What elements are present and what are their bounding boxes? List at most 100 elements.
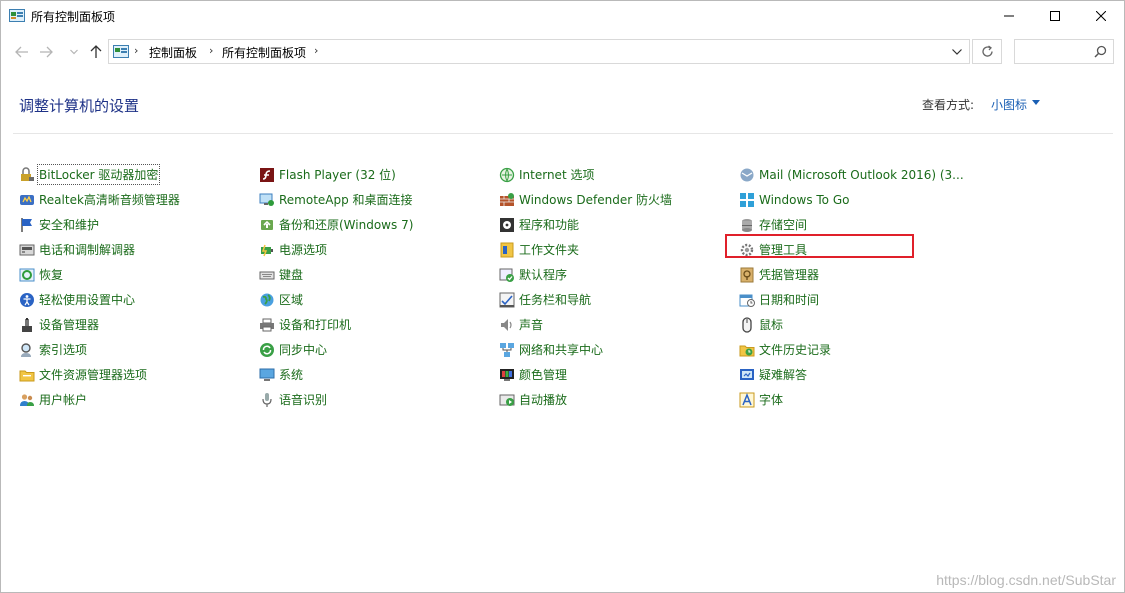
arrow-left-icon: [15, 46, 28, 58]
sync-icon: [259, 342, 275, 358]
chevron-right-icon[interactable]: ›: [314, 44, 318, 57]
cp-item[interactable]: 键盘: [259, 262, 413, 287]
firewall-icon: [499, 192, 515, 208]
cp-item[interactable]: 用户帐户: [19, 387, 180, 412]
cp-item[interactable]: Mail (Microsoft Outlook 2016) (3...: [739, 162, 964, 187]
back-button[interactable]: [11, 41, 33, 63]
cp-item[interactable]: Flash Player (32 位): [259, 162, 413, 187]
cp-item-label: 工作文件夹: [519, 243, 580, 257]
cp-item-label: 同步中心: [279, 343, 328, 357]
cp-item[interactable]: 声音: [499, 312, 672, 337]
cp-item[interactable]: 字体: [739, 387, 964, 412]
cp-item[interactable]: 凭据管理器: [739, 262, 964, 287]
cp-item[interactable]: 电话和调制解调器: [19, 237, 180, 262]
chevron-right-icon[interactable]: ›: [209, 44, 213, 57]
arrow-up-icon: [90, 45, 102, 58]
windows-to-go-icon: [739, 192, 755, 208]
cp-item[interactable]: 索引选项: [19, 337, 180, 362]
address-dropdown-button[interactable]: [946, 41, 968, 62]
cp-item[interactable]: 轻松使用设置中心: [19, 287, 180, 312]
breadcrumb-all-items[interactable]: 所有控制面板项: [222, 44, 306, 61]
items-column-4: Mail (Microsoft Outlook 2016) (3... Wind…: [739, 162, 964, 412]
chevron-down-icon[interactable]: [1032, 100, 1040, 105]
cp-item[interactable]: 颜色管理: [499, 362, 672, 387]
cp-item[interactable]: 任务栏和导航: [499, 287, 672, 312]
cp-item-label: 文件历史记录: [759, 343, 832, 357]
cp-item[interactable]: 电源选项: [259, 237, 413, 262]
items-column-2: Flash Player (32 位) RemoteApp 和桌面连接 备份和还…: [259, 162, 413, 412]
cp-item[interactable]: 自动播放: [499, 387, 672, 412]
keyboard-icon: [259, 267, 275, 283]
cp-item-label: Realtek高清晰音频管理器: [39, 193, 180, 207]
cp-item[interactable]: 文件资源管理器选项: [19, 362, 180, 387]
cp-item-label: 字体: [759, 393, 784, 407]
chevron-down-icon: [952, 48, 962, 55]
control-panel-icon: [113, 45, 129, 58]
search-input[interactable]: [1014, 39, 1114, 64]
cp-item-label: 鼠标: [759, 318, 784, 332]
chevron-down-icon: [70, 49, 78, 55]
cp-item[interactable]: 区域: [259, 287, 413, 312]
refresh-button[interactable]: [972, 39, 1002, 64]
minimize-button[interactable]: [986, 1, 1032, 31]
cp-item[interactable]: BitLocker 驱动器加密: [19, 162, 180, 187]
cp-item[interactable]: 程序和功能: [499, 212, 672, 237]
cp-item[interactable]: 工作文件夹: [499, 237, 672, 262]
cp-item[interactable]: RemoteApp 和桌面连接: [259, 187, 413, 212]
user-accounts-icon: [19, 392, 35, 408]
close-button[interactable]: [1078, 1, 1124, 31]
cp-item-label: Internet 选项: [519, 168, 595, 182]
arrow-right-icon: [40, 46, 53, 58]
cp-item[interactable]: 语音识别: [259, 387, 413, 412]
maximize-button[interactable]: [1032, 1, 1078, 31]
cp-item-label: 设备管理器: [39, 318, 100, 332]
forward-button[interactable]: [35, 41, 57, 63]
cp-item[interactable]: 鼠标: [739, 312, 964, 337]
cp-item[interactable]: 同步中心: [259, 337, 413, 362]
color-management-icon: [499, 367, 515, 383]
phone-modem-icon: [19, 242, 35, 258]
cp-item-label: 网络和共享中心: [519, 343, 604, 357]
divider: [13, 133, 1113, 134]
cp-item[interactable]: 备份和还原(Windows 7): [259, 212, 413, 237]
system-icon: [259, 367, 275, 383]
default-programs-icon: [499, 267, 515, 283]
view-by-dropdown[interactable]: 小图标: [991, 96, 1027, 113]
cp-item[interactable]: 安全和维护: [19, 212, 180, 237]
cp-item-label: 文件资源管理器选项: [39, 368, 148, 382]
cp-item[interactable]: 疑难解答: [739, 362, 964, 387]
cp-item[interactable]: 默认程序: [499, 262, 672, 287]
work-folders-icon: [499, 242, 515, 258]
recent-locations-button[interactable]: [63, 41, 85, 63]
cp-item[interactable]: Realtek高清晰音频管理器: [19, 187, 180, 212]
cp-item-label: RemoteApp 和桌面连接: [279, 193, 413, 207]
cp-item[interactable]: 文件历史记录: [739, 337, 964, 362]
chevron-right-icon[interactable]: ›: [134, 44, 138, 57]
cp-item-label: 自动播放: [519, 393, 568, 407]
cp-item[interactable]: Windows Defender 防火墙: [499, 187, 672, 212]
cp-item-label: 凭据管理器: [759, 268, 820, 282]
cp-item[interactable]: 设备管理器: [19, 312, 180, 337]
network-icon: [499, 342, 515, 358]
items-column-3: Internet 选项 Windows Defender 防火墙 程序和功能 工…: [499, 162, 672, 412]
speaker-icon: [499, 317, 515, 333]
cp-item-label: Windows Defender 防火墙: [519, 193, 672, 207]
watermark: https://blog.csdn.net/SubStar: [936, 572, 1116, 588]
cp-item[interactable]: 日期和时间: [739, 287, 964, 312]
cp-item[interactable]: 设备和打印机: [259, 312, 413, 337]
breadcrumb-control-panel[interactable]: 控制面板: [149, 44, 197, 61]
cp-item-label: 颜色管理: [519, 368, 568, 382]
mail-icon: [739, 167, 755, 183]
cp-item[interactable]: Internet 选项: [499, 162, 672, 187]
cp-item-label: Windows To Go: [759, 192, 850, 207]
up-button[interactable]: [85, 41, 107, 63]
items-column-1: BitLocker 驱动器加密 Realtek高清晰音频管理器 安全和维护 电话…: [19, 162, 180, 412]
cp-item[interactable]: 系统: [259, 362, 413, 387]
cp-item-label: 声音: [519, 318, 544, 332]
cp-item[interactable]: Windows To Go: [739, 187, 964, 212]
mouse-icon: [739, 316, 755, 333]
cp-item[interactable]: 恢复: [19, 262, 180, 287]
address-bar[interactable]: › 控制面板 › 所有控制面板项 ›: [108, 39, 970, 64]
minimize-icon: [1004, 15, 1014, 17]
cp-item[interactable]: 网络和共享中心: [499, 337, 672, 362]
